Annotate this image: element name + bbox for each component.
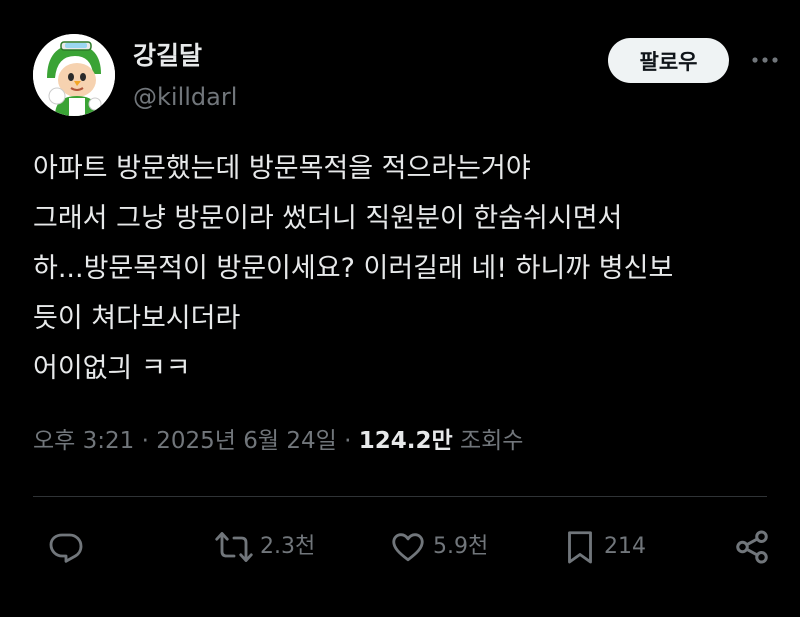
bookmark-count: 214 (604, 534, 646, 559)
retweet-icon (214, 529, 254, 565)
share-icon (733, 528, 771, 566)
like-button[interactable]: 5.9천 (389, 525, 488, 569)
user-handle[interactable]: @killdarl (133, 82, 237, 112)
share-button[interactable] (733, 525, 771, 569)
tweet-line: 그래서 그냥 방문이라 썼더니 직원분이 한숨쉬시면서 (33, 203, 623, 234)
divider (33, 496, 767, 497)
follow-button[interactable]: 팔로우 (608, 38, 729, 83)
tweet-line: 하...방문목적이 방문이세요? 이러길래 네! 하니까 병신보 (33, 253, 674, 284)
views-label: 조회수 (459, 428, 524, 454)
tweet-line: 아파트 방문했는데 방문목적을 적으라는거야 (33, 153, 531, 184)
retweet-count: 2.3천 (260, 534, 316, 559)
like-count: 5.9천 (433, 534, 489, 559)
tweet-text: 아파트 방문했는데 방문목적을 적으라는거야 그래서 그냥 방문이라 썼더니 직… (33, 144, 773, 394)
bookmark-button[interactable]: 214 (562, 525, 646, 569)
avatar-image (33, 34, 115, 116)
meta-separator: · (336, 428, 359, 454)
display-name[interactable]: 강길달 (133, 40, 202, 72)
bookmark-icon (562, 528, 598, 566)
avatar[interactable] (33, 34, 115, 116)
tweet-line: 어이없긔 ㅋㅋ (33, 353, 191, 384)
tweet-line: 듯이 쳐다보시더라 (33, 303, 241, 334)
views-count[interactable]: 124.2만 (359, 428, 453, 454)
more-horizontal-icon[interactable] (749, 48, 781, 72)
reply-button[interactable] (48, 525, 84, 569)
tweet-meta: 오후 3:21 · 2025년 6월 24일 · 124.2만 조회수 (33, 424, 523, 458)
meta-separator: · (134, 428, 157, 454)
tweet-date[interactable]: 2025년 6월 24일 (156, 428, 337, 454)
heart-icon (389, 529, 427, 565)
tweet-time[interactable]: 오후 3:21 (33, 428, 134, 454)
reply-icon (48, 529, 84, 565)
retweet-button[interactable]: 2.3천 (214, 525, 315, 569)
